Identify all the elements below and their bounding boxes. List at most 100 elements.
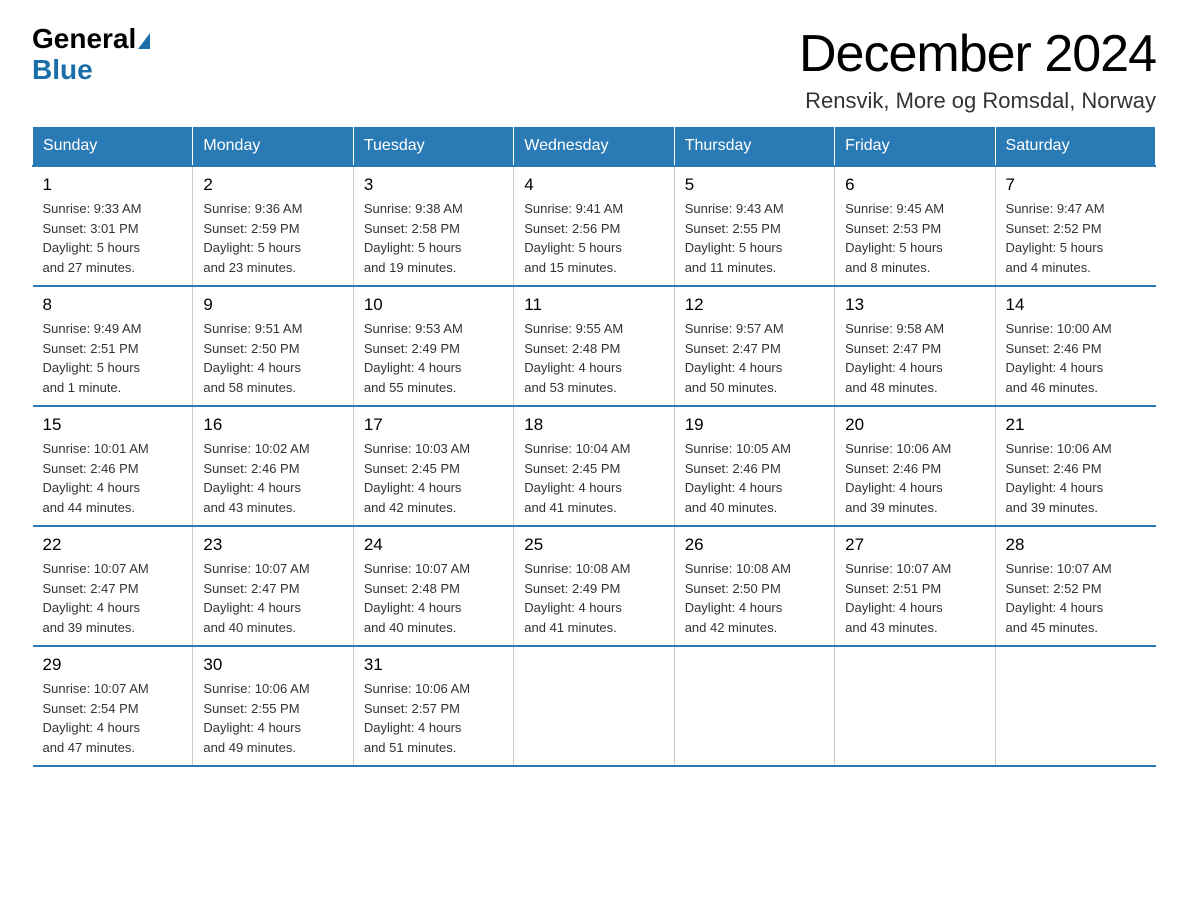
calendar-cell: 14 Sunrise: 10:00 AMSunset: 2:46 PMDayli… (995, 286, 1155, 406)
calendar-cell: 9 Sunrise: 9:51 AMSunset: 2:50 PMDayligh… (193, 286, 353, 406)
day-info: Sunrise: 10:07 AMSunset: 2:48 PMDaylight… (364, 559, 503, 637)
day-info: Sunrise: 10:08 AMSunset: 2:49 PMDaylight… (524, 559, 663, 637)
calendar-week-row: 15 Sunrise: 10:01 AMSunset: 2:46 PMDayli… (33, 406, 1156, 526)
day-number: 27 (845, 535, 984, 555)
day-info: Sunrise: 10:06 AMSunset: 2:46 PMDaylight… (1006, 439, 1146, 517)
day-info: Sunrise: 10:01 AMSunset: 2:46 PMDaylight… (43, 439, 183, 517)
calendar-cell: 28 Sunrise: 10:07 AMSunset: 2:52 PMDayli… (995, 526, 1155, 646)
day-number: 22 (43, 535, 183, 555)
day-number: 28 (1006, 535, 1146, 555)
day-number: 18 (524, 415, 663, 435)
calendar-cell: 5 Sunrise: 9:43 AMSunset: 2:55 PMDayligh… (674, 166, 834, 286)
calendar-cell: 25 Sunrise: 10:08 AMSunset: 2:49 PMDayli… (514, 526, 674, 646)
weekday-header-thursday: Thursday (674, 127, 834, 167)
calendar-cell: 30 Sunrise: 10:06 AMSunset: 2:55 PMDayli… (193, 646, 353, 766)
day-info: Sunrise: 9:49 AMSunset: 2:51 PMDaylight:… (43, 319, 183, 397)
weekday-header-sunday: Sunday (33, 127, 193, 167)
calendar-cell: 27 Sunrise: 10:07 AMSunset: 2:51 PMDayli… (835, 526, 995, 646)
day-number: 6 (845, 175, 984, 195)
calendar-cell: 16 Sunrise: 10:02 AMSunset: 2:46 PMDayli… (193, 406, 353, 526)
day-number: 5 (685, 175, 824, 195)
day-number: 8 (43, 295, 183, 315)
day-number: 19 (685, 415, 824, 435)
day-info: Sunrise: 9:41 AMSunset: 2:56 PMDaylight:… (524, 199, 663, 277)
day-info: Sunrise: 9:33 AMSunset: 3:01 PMDaylight:… (43, 199, 183, 277)
day-info: Sunrise: 10:07 AMSunset: 2:51 PMDaylight… (845, 559, 984, 637)
month-title: December 2024 (799, 24, 1156, 84)
day-info: Sunrise: 10:02 AMSunset: 2:46 PMDaylight… (203, 439, 342, 517)
day-info: Sunrise: 10:06 AMSunset: 2:57 PMDaylight… (364, 679, 503, 757)
calendar-cell: 23 Sunrise: 10:07 AMSunset: 2:47 PMDayli… (193, 526, 353, 646)
day-number: 10 (364, 295, 503, 315)
day-number: 21 (1006, 415, 1146, 435)
day-info: Sunrise: 9:51 AMSunset: 2:50 PMDaylight:… (203, 319, 342, 397)
day-info: Sunrise: 10:07 AMSunset: 2:47 PMDaylight… (203, 559, 342, 637)
weekday-header-monday: Monday (193, 127, 353, 167)
day-number: 2 (203, 175, 342, 195)
day-number: 3 (364, 175, 503, 195)
calendar-cell: 12 Sunrise: 9:57 AMSunset: 2:47 PMDaylig… (674, 286, 834, 406)
calendar-cell: 22 Sunrise: 10:07 AMSunset: 2:47 PMDayli… (33, 526, 193, 646)
calendar-cell: 7 Sunrise: 9:47 AMSunset: 2:52 PMDayligh… (995, 166, 1155, 286)
calendar-cell: 21 Sunrise: 10:06 AMSunset: 2:46 PMDayli… (995, 406, 1155, 526)
weekday-header-saturday: Saturday (995, 127, 1155, 167)
day-number: 30 (203, 655, 342, 675)
day-info: Sunrise: 9:47 AMSunset: 2:52 PMDaylight:… (1006, 199, 1146, 277)
calendar-cell (674, 646, 834, 766)
day-number: 1 (43, 175, 183, 195)
day-info: Sunrise: 10:07 AMSunset: 2:47 PMDaylight… (43, 559, 183, 637)
day-number: 7 (1006, 175, 1146, 195)
day-info: Sunrise: 10:07 AMSunset: 2:52 PMDaylight… (1006, 559, 1146, 637)
calendar-cell: 6 Sunrise: 9:45 AMSunset: 2:53 PMDayligh… (835, 166, 995, 286)
calendar-cell: 17 Sunrise: 10:03 AMSunset: 2:45 PMDayli… (353, 406, 513, 526)
day-info: Sunrise: 10:06 AMSunset: 2:46 PMDaylight… (845, 439, 984, 517)
day-info: Sunrise: 9:38 AMSunset: 2:58 PMDaylight:… (364, 199, 503, 277)
calendar-cell: 11 Sunrise: 9:55 AMSunset: 2:48 PMDaylig… (514, 286, 674, 406)
day-info: Sunrise: 10:06 AMSunset: 2:55 PMDaylight… (203, 679, 342, 757)
calendar-cell: 26 Sunrise: 10:08 AMSunset: 2:50 PMDayli… (674, 526, 834, 646)
weekday-header-wednesday: Wednesday (514, 127, 674, 167)
calendar-cell: 13 Sunrise: 9:58 AMSunset: 2:47 PMDaylig… (835, 286, 995, 406)
day-info: Sunrise: 9:36 AMSunset: 2:59 PMDaylight:… (203, 199, 342, 277)
weekday-header-friday: Friday (835, 127, 995, 167)
day-number: 12 (685, 295, 824, 315)
day-number: 15 (43, 415, 183, 435)
calendar-cell: 10 Sunrise: 9:53 AMSunset: 2:49 PMDaylig… (353, 286, 513, 406)
day-info: Sunrise: 9:58 AMSunset: 2:47 PMDaylight:… (845, 319, 984, 397)
day-info: Sunrise: 10:05 AMSunset: 2:46 PMDaylight… (685, 439, 824, 517)
day-number: 20 (845, 415, 984, 435)
day-number: 14 (1006, 295, 1146, 315)
title-area: December 2024 Rensvik, More og Romsdal, … (799, 24, 1156, 114)
calendar-cell (995, 646, 1155, 766)
logo-area: General Blue (32, 24, 152, 86)
day-number: 24 (364, 535, 503, 555)
day-info: Sunrise: 10:04 AMSunset: 2:45 PMDaylight… (524, 439, 663, 517)
calendar-cell: 24 Sunrise: 10:07 AMSunset: 2:48 PMDayli… (353, 526, 513, 646)
logo-general-part: General (32, 23, 136, 54)
weekday-header-tuesday: Tuesday (353, 127, 513, 167)
calendar-cell (835, 646, 995, 766)
day-info: Sunrise: 9:43 AMSunset: 2:55 PMDaylight:… (685, 199, 824, 277)
calendar-cell: 18 Sunrise: 10:04 AMSunset: 2:45 PMDayli… (514, 406, 674, 526)
day-info: Sunrise: 9:45 AMSunset: 2:53 PMDaylight:… (845, 199, 984, 277)
calendar-cell: 3 Sunrise: 9:38 AMSunset: 2:58 PMDayligh… (353, 166, 513, 286)
calendar-week-row: 22 Sunrise: 10:07 AMSunset: 2:47 PMDayli… (33, 526, 1156, 646)
calendar-week-row: 1 Sunrise: 9:33 AMSunset: 3:01 PMDayligh… (33, 166, 1156, 286)
logo: General Blue (32, 24, 152, 86)
calendar-cell: 15 Sunrise: 10:01 AMSunset: 2:46 PMDayli… (33, 406, 193, 526)
day-number: 23 (203, 535, 342, 555)
calendar-cell: 8 Sunrise: 9:49 AMSunset: 2:51 PMDayligh… (33, 286, 193, 406)
calendar-cell: 29 Sunrise: 10:07 AMSunset: 2:54 PMDayli… (33, 646, 193, 766)
day-info: Sunrise: 10:07 AMSunset: 2:54 PMDaylight… (43, 679, 183, 757)
location-subtitle: Rensvik, More og Romsdal, Norway (799, 88, 1156, 114)
day-number: 31 (364, 655, 503, 675)
calendar-week-row: 8 Sunrise: 9:49 AMSunset: 2:51 PMDayligh… (33, 286, 1156, 406)
calendar-cell: 20 Sunrise: 10:06 AMSunset: 2:46 PMDayli… (835, 406, 995, 526)
calendar-cell: 2 Sunrise: 9:36 AMSunset: 2:59 PMDayligh… (193, 166, 353, 286)
day-number: 9 (203, 295, 342, 315)
day-number: 16 (203, 415, 342, 435)
calendar-cell: 19 Sunrise: 10:05 AMSunset: 2:46 PMDayli… (674, 406, 834, 526)
weekday-header-row: SundayMondayTuesdayWednesdayThursdayFrid… (33, 127, 1156, 167)
logo-blue-part: Blue (32, 54, 93, 85)
day-number: 26 (685, 535, 824, 555)
